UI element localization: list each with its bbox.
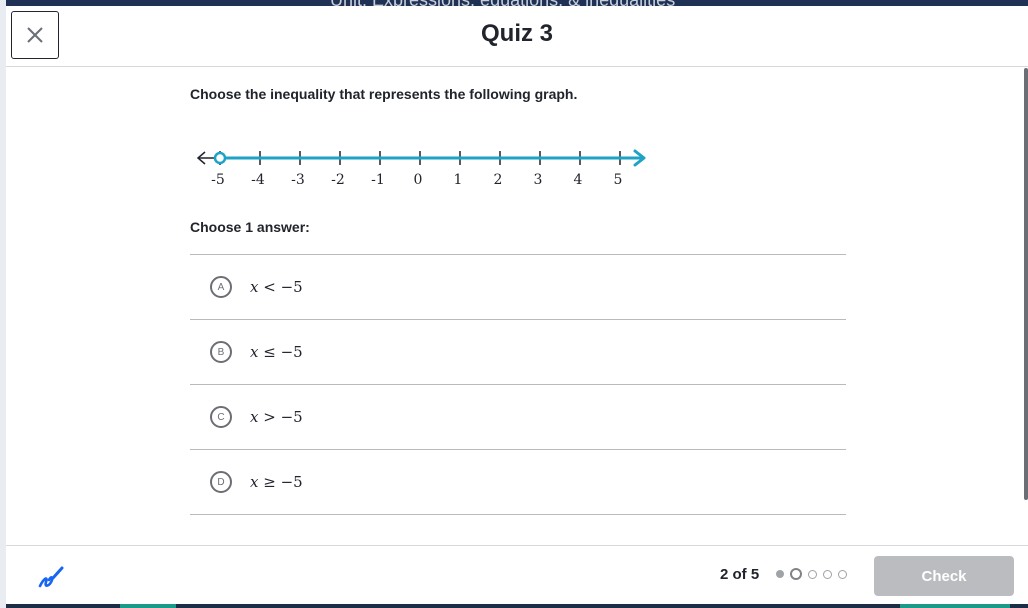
choice-letter-badge: D (210, 471, 232, 493)
modal-footer: 2 of 5 Check (6, 545, 1028, 605)
tick-label: -4 (251, 172, 265, 186)
choice-value: −5 (280, 408, 303, 426)
tick-label: -3 (291, 172, 305, 186)
scratchpad-icon (38, 566, 64, 588)
tick-label: 1 (454, 172, 463, 186)
modal-header: Quiz 3 (6, 6, 1028, 67)
check-button[interactable]: Check (874, 556, 1014, 596)
tick-label: 5 (614, 172, 623, 186)
progress-dot (790, 568, 802, 580)
progress-dots (776, 568, 847, 580)
tick-label: 2 (494, 172, 503, 186)
page-title: Quiz 3 (480, 20, 553, 47)
scratchpad-button[interactable] (36, 562, 66, 592)
choose-answer-label: Choose 1 answer: (190, 219, 310, 235)
question-area: Choose the inequality that represents th… (190, 86, 846, 515)
progress-dot (823, 569, 832, 579)
question-prompt: Choose the inequality that represents th… (190, 86, 578, 102)
tick-label: -2 (331, 172, 345, 186)
choice-operator: > (258, 408, 281, 426)
choice-value: −5 (280, 473, 303, 491)
choice-text: x ≤ −5 (250, 343, 303, 361)
quiz-modal: Quiz 3 Choose the inequality that repres… (6, 6, 1028, 604)
choice-operator: ≥ (258, 473, 281, 491)
tick-label: 3 (534, 172, 543, 186)
choice-text: x > −5 (250, 408, 303, 426)
scrollbar[interactable] (1024, 68, 1028, 500)
choice-c[interactable]: C x > −5 (190, 385, 846, 450)
choice-operator: ≤ (258, 343, 281, 361)
choice-operator: < (258, 278, 281, 296)
answer-choices: A x < −5 B x ≤ −5 C x > −5 D x ≥ −5 (190, 254, 846, 515)
tick-label: -1 (371, 172, 385, 186)
choice-a[interactable]: A x < −5 (190, 255, 846, 320)
number-line-graph: -5 -4 -3 -2 -1 0 1 2 3 4 5 (196, 149, 646, 186)
tick-label: 4 (574, 172, 583, 186)
tick-label: -5 (211, 172, 225, 186)
choice-d[interactable]: D x ≥ −5 (190, 450, 846, 515)
choice-value: −5 (280, 278, 303, 296)
progress-text: 2 of 5 (720, 566, 760, 583)
choice-b[interactable]: B x ≤ −5 (190, 320, 846, 385)
choice-value: −5 (280, 343, 303, 361)
open-endpoint (213, 151, 227, 165)
choice-letter-badge: A (210, 276, 232, 298)
choice-letter-badge: B (210, 341, 232, 363)
choice-text: x < −5 (250, 278, 303, 296)
progress-dot (776, 570, 784, 578)
progress-dot (838, 569, 847, 579)
choice-letter-badge: C (210, 406, 232, 428)
choice-text: x ≥ −5 (250, 473, 303, 491)
progress-dot (808, 569, 817, 579)
tick-label: 0 (414, 172, 423, 186)
